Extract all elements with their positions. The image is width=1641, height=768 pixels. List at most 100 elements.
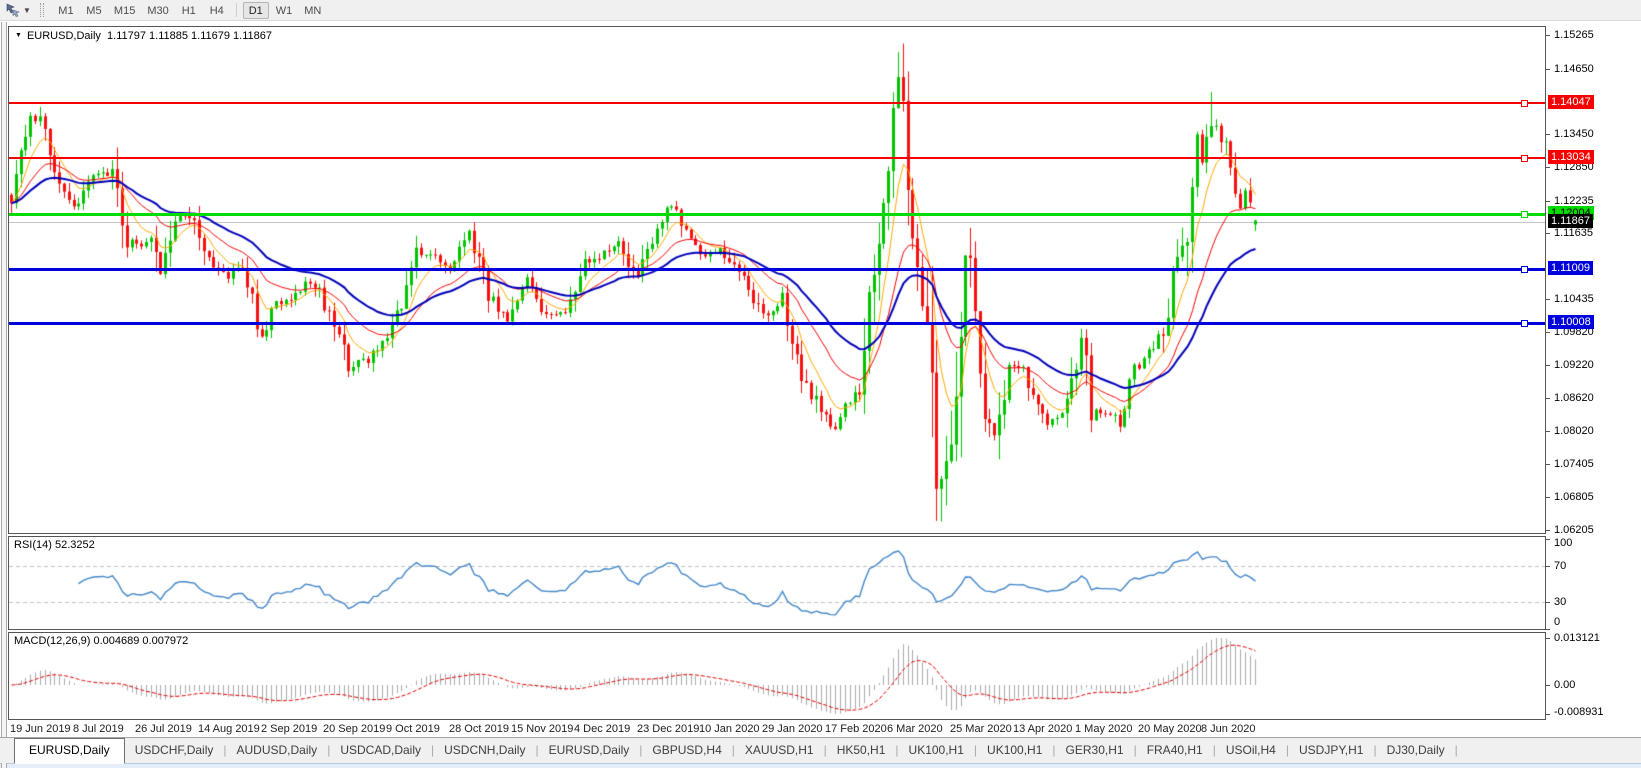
date-label: 8 Jun 2020 bbox=[1201, 723, 1256, 735]
rsi-tick-label: 70 bbox=[1554, 560, 1567, 572]
chart-tools-icon-glyph bbox=[6, 3, 20, 17]
axis-tick bbox=[1546, 398, 1550, 399]
price-tick-label: 1.11635 bbox=[1554, 227, 1593, 239]
price-tick-label: 1.15265 bbox=[1554, 29, 1594, 41]
timeframe-button-h4[interactable]: H4 bbox=[204, 2, 230, 19]
window-left-border bbox=[1, 22, 7, 768]
timeframe-button-m1[interactable]: M1 bbox=[53, 2, 79, 19]
rsi-tick-label: 0 bbox=[1554, 616, 1561, 628]
date-label: 29 Jan 2020 bbox=[762, 723, 823, 735]
toolbar-dropdown-icon[interactable]: ▼ bbox=[23, 6, 31, 15]
axis-tick bbox=[1546, 602, 1550, 603]
macd-tick-label: 0.013121 bbox=[1554, 632, 1600, 644]
date-label: 6 Mar 2020 bbox=[887, 723, 943, 735]
line-price-label: 1.10008 bbox=[1548, 315, 1594, 329]
axis-tick bbox=[1546, 233, 1550, 234]
chart-tab-usdcad-daily[interactable]: USDCAD,Daily bbox=[330, 739, 431, 763]
horizontal-line-1.11009[interactable] bbox=[9, 268, 1545, 271]
macd-axis[interactable]: 0.013121 0.00 -0.008931 bbox=[1546, 632, 1641, 720]
date-label: 2 Sep 2019 bbox=[261, 723, 318, 735]
horizontal-line-1.10008[interactable] bbox=[9, 322, 1545, 325]
line-handle-1.13034[interactable] bbox=[1521, 155, 1528, 162]
timeframe-button-m15[interactable]: M15 bbox=[109, 2, 140, 19]
price-tick-label: 1.10435 bbox=[1554, 293, 1594, 305]
date-label: 13 Apr 2020 bbox=[1013, 723, 1073, 735]
chart-tab-uk100-h1[interactable]: UK100,H1 bbox=[977, 739, 1052, 763]
chart-tab-fra40-h1[interactable]: FRA40,H1 bbox=[1137, 739, 1213, 763]
date-label: 15 Nov 2019 bbox=[511, 723, 574, 735]
tab-separator: | bbox=[1454, 743, 1458, 757]
rsi-canvas[interactable] bbox=[9, 537, 1545, 629]
chart-tab-ger30-h1[interactable]: GER30,H1 bbox=[1056, 739, 1134, 763]
chart-tab-audusd-daily[interactable]: AUDUSD,Daily bbox=[227, 739, 328, 763]
price-tick-label: 1.08020 bbox=[1554, 425, 1594, 437]
date-label: 17 Feb 2020 bbox=[825, 723, 887, 735]
line-handle-1.14047[interactable] bbox=[1521, 100, 1528, 107]
chart-tab-usdchf-daily[interactable]: USDCHF,Daily bbox=[125, 739, 224, 763]
chart-collapse-icon[interactable]: ▼ bbox=[15, 32, 22, 39]
date-label: 20 Sep 2019 bbox=[323, 723, 386, 735]
axis-tick bbox=[1546, 167, 1550, 168]
chart-tab-usoil-h4[interactable]: USOil,H4 bbox=[1216, 739, 1286, 763]
axis-tick bbox=[1546, 497, 1550, 498]
line-price-label: 1.11009 bbox=[1548, 261, 1593, 275]
axis-tick bbox=[1546, 530, 1550, 531]
line-handle-1.11009[interactable] bbox=[1521, 266, 1528, 273]
rsi-axis[interactable]: 100 70 30 0 bbox=[1546, 536, 1641, 630]
chart-tab-usdcnh-daily[interactable]: USDCNH,Daily bbox=[434, 739, 535, 763]
timeframe-button-mn[interactable]: MN bbox=[299, 2, 326, 19]
chart-title-symbol: EURUSD,Daily bbox=[26, 30, 101, 42]
axis-tick bbox=[1546, 566, 1550, 567]
price-tick-label: 1.13450 bbox=[1554, 128, 1594, 140]
rsi-tick-label: 100 bbox=[1554, 537, 1573, 549]
timeframe-button-m5[interactable]: M5 bbox=[81, 2, 107, 19]
horizontal-line-1.14047[interactable] bbox=[9, 102, 1545, 104]
price-tick-label: 1.06805 bbox=[1554, 491, 1594, 503]
axis-tick bbox=[1546, 35, 1550, 36]
macd-panel: MACD(12,26,9) 0.004689 0.007972 bbox=[8, 632, 1546, 720]
line-handle-1.10008[interactable] bbox=[1521, 320, 1528, 327]
chart-tools-icon[interactable] bbox=[4, 2, 22, 18]
toolbar-grip[interactable] bbox=[39, 3, 44, 17]
chart-title-ohlc: 1.11797 1.11885 1.11679 1.11867 bbox=[107, 30, 272, 42]
status-bar-edge bbox=[0, 763, 1641, 768]
price-axis[interactable]: 1.15265 1.14650 1.13450 1.12850 1.12235 1.116… bbox=[1546, 26, 1641, 536]
date-label: 20 May 2020 bbox=[1138, 723, 1202, 735]
date-label: 1 May 2020 bbox=[1075, 723, 1133, 735]
date-label: 4 Dec 2019 bbox=[574, 723, 631, 735]
chart-tab-uk100-h1[interactable]: UK100,H1 bbox=[899, 739, 974, 763]
chart-tab-usdjpy-h1[interactable]: USDJPY,H1 bbox=[1289, 739, 1373, 763]
horizontal-line-1.13034[interactable] bbox=[9, 157, 1545, 159]
line-price-label: 1.14047 bbox=[1548, 95, 1594, 109]
date-label: 10 Jan 2020 bbox=[699, 723, 760, 735]
axis-tick bbox=[1546, 714, 1550, 715]
chart-tab-eurusd-daily[interactable]: EURUSD,Daily bbox=[539, 739, 640, 763]
chart-tab-dj30-daily[interactable]: DJ30,Daily bbox=[1377, 739, 1455, 763]
horizontal-line-1.12004[interactable] bbox=[9, 213, 1545, 216]
timeframe-button-d1[interactable]: D1 bbox=[242, 1, 269, 19]
timeframe-button-m30[interactable]: M30 bbox=[142, 2, 173, 19]
date-label: 8 Jul 2019 bbox=[73, 723, 124, 735]
line-handle-1.12004[interactable] bbox=[1521, 211, 1528, 218]
chart-tab-xauusd-h1[interactable]: XAUUSD,H1 bbox=[735, 739, 824, 763]
time-axis[interactable]: 19 Jun 2019 8 Jul 2019 26 Jul 2019 14 Aug 2… bbox=[8, 720, 1641, 737]
axis-tick bbox=[1546, 69, 1550, 70]
axis-tick bbox=[1546, 365, 1550, 366]
chart-tab-gbpusd-h4[interactable]: GBPUSD,H4 bbox=[642, 739, 731, 763]
timeframe-button-h1[interactable]: H1 bbox=[176, 2, 202, 19]
axis-tick bbox=[1546, 332, 1550, 333]
current-price-label: 1.11867 bbox=[1548, 214, 1593, 228]
macd-canvas[interactable] bbox=[9, 633, 1545, 719]
axis-tick bbox=[1546, 629, 1550, 630]
price-tick-label: 1.14650 bbox=[1554, 63, 1594, 75]
date-label: 19 Jun 2019 bbox=[10, 723, 71, 735]
date-label: 23 Dec 2019 bbox=[637, 723, 700, 735]
timeframe-button-w1[interactable]: W1 bbox=[271, 2, 298, 19]
axis-tick bbox=[1546, 431, 1550, 432]
chart-tab-eurusd-daily[interactable]: EURUSD,Daily bbox=[14, 738, 125, 764]
axis-tick bbox=[1546, 201, 1550, 202]
axis-tick bbox=[1546, 464, 1550, 465]
rsi-tick-label: 30 bbox=[1554, 596, 1567, 608]
chart-tab-hk50-h1[interactable]: HK50,H1 bbox=[827, 739, 896, 763]
chart-tabs: EURUSD,Daily USDCHF,Daily | AUDUSD,Daily | US… bbox=[0, 737, 1641, 764]
